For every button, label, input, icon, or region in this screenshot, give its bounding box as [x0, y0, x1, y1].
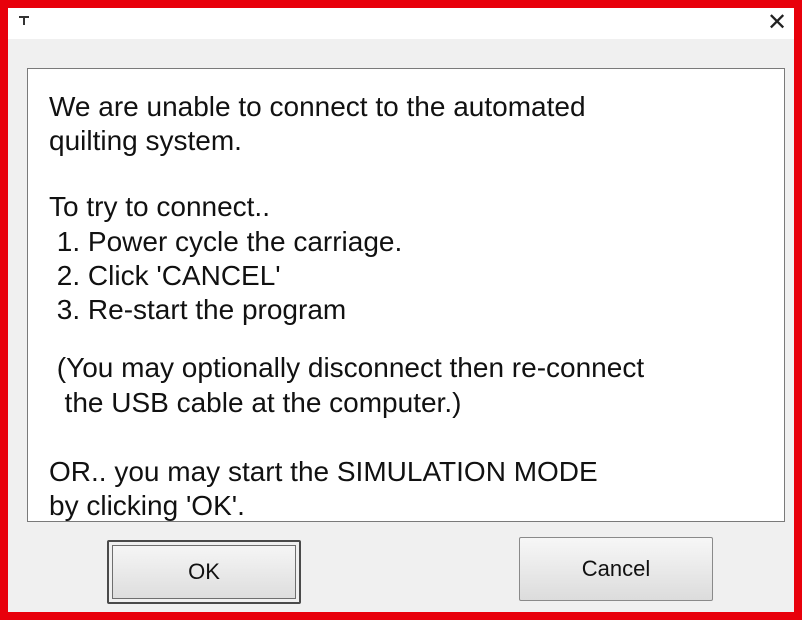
message-line: We are unable to connect to the automate…	[49, 91, 586, 122]
message-line: To try to connect..	[49, 191, 270, 222]
cancel-button[interactable]: Cancel	[519, 537, 713, 601]
message-line: 3. Re-start the program	[49, 294, 347, 325]
dialog-window: ✕ We are unable to connect to the automa…	[0, 0, 802, 620]
close-icon[interactable]: ✕	[764, 10, 790, 36]
message-line: 1. Power cycle the carriage.	[49, 226, 403, 257]
message-line: (You may optionally disconnect then re-c…	[49, 352, 645, 383]
message-panel: We are unable to connect to the automate…	[27, 68, 785, 522]
app-icon	[19, 16, 29, 25]
message-line: by clicking 'OK'.	[49, 490, 245, 521]
ok-button[interactable]: OK	[107, 540, 301, 604]
message-line: the USB cable at the computer.)	[49, 387, 462, 418]
message-line: 2. Click 'CANCEL'	[49, 260, 281, 291]
title-bar: ✕	[8, 8, 794, 39]
message-line: OR.. you may start the SIMULATION MODE	[49, 456, 598, 487]
message-line: quilting system.	[49, 125, 242, 156]
